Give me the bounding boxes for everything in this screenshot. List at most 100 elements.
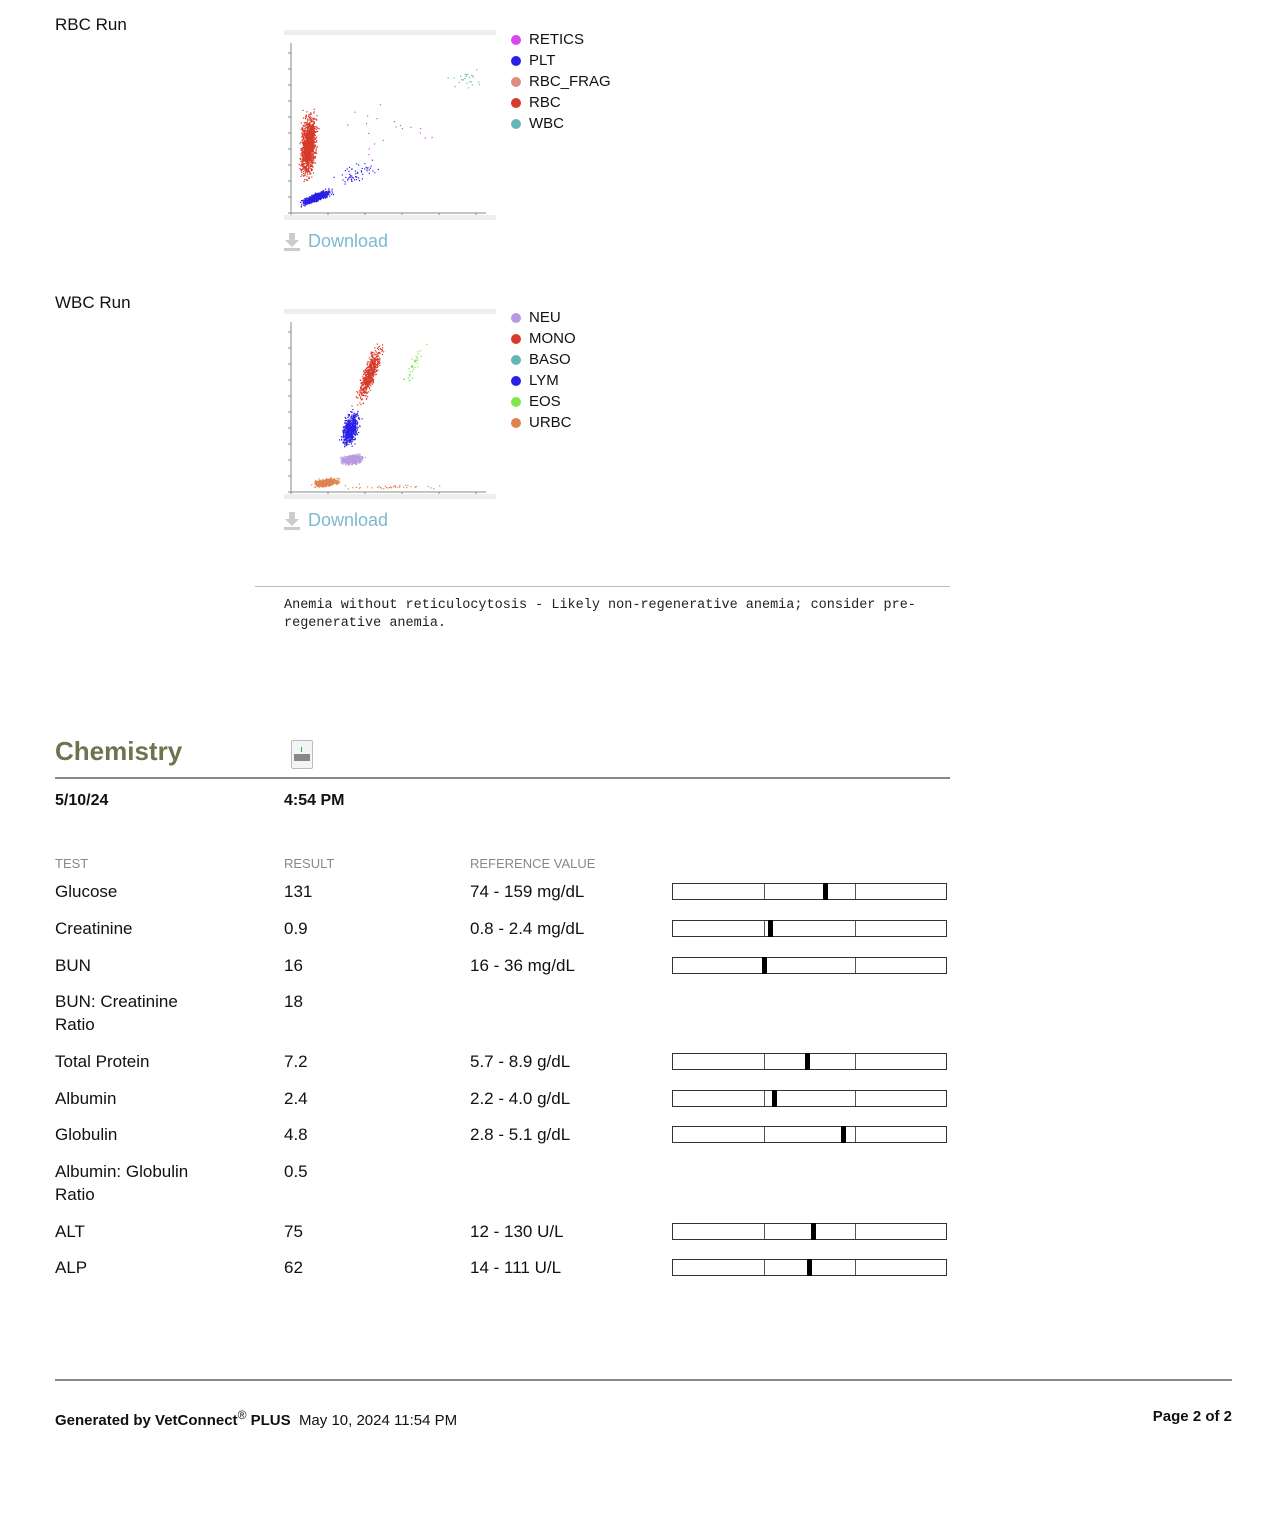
legend-item: RETICS [511, 29, 611, 50]
reference-range-bar [672, 957, 947, 974]
rbc-legend: RETICS PLT RBC_FRAG RBC WBC [511, 29, 611, 134]
reference-range-bar [672, 1090, 947, 1107]
legend-dot-icon [511, 118, 521, 129]
legend-item: NEU [511, 307, 576, 328]
legend-dot-icon [511, 354, 521, 365]
wbc-download-link[interactable]: Download [284, 510, 388, 531]
test-reference: 74 - 159 mg/dL [470, 882, 585, 901]
result-marker [772, 1090, 777, 1107]
generated-timestamp: May 10, 2024 11:54 PM [298, 1412, 458, 1429]
legend-dot-icon [511, 55, 521, 66]
test-reference: 2.2 - 4.0 g/dL [470, 1089, 571, 1108]
header-result: RESULT [284, 856, 335, 871]
test-reference: 5.7 - 8.9 g/dL [470, 1052, 571, 1071]
test-result: 18 [284, 992, 303, 1011]
test-name: Globulin [55, 1125, 118, 1144]
download-label: Download [308, 510, 389, 530]
legend-item: URBC [511, 412, 576, 433]
reference-range-bar [672, 1053, 947, 1070]
reference-range-bar [672, 1223, 947, 1240]
rbc-scatter-plot [284, 30, 496, 220]
test-result: 75 [284, 1222, 303, 1241]
legend-dot-icon [511, 396, 521, 407]
test-result: 2.4 [284, 1089, 308, 1108]
retics-cluster [347, 104, 433, 156]
urbc-scatter [344, 483, 441, 490]
rbc-cluster [298, 108, 320, 183]
test-result: 4.8 [284, 1125, 308, 1144]
test-result: 0.9 [284, 919, 308, 938]
header-reference: REFERENCE VALUE [470, 856, 596, 871]
legend-label: LYM [529, 372, 559, 389]
result-marker [841, 1126, 847, 1143]
test-result: 131 [284, 882, 313, 901]
wbc-legend: NEU MONO BASO LYM EOS URBC [511, 307, 576, 433]
wbc-run-label: WBC Run [55, 293, 131, 312]
result-marker [761, 957, 767, 974]
legend-label: URBC [529, 414, 572, 431]
result-marker [804, 1053, 810, 1070]
result-marker [767, 920, 773, 937]
test-name: BUN: Creatinine Ratio [55, 992, 178, 1034]
test-name: Total Protein [55, 1052, 150, 1071]
urbc-cluster [311, 477, 341, 489]
plus-label: PLUS [250, 1412, 291, 1429]
rbc-download-link[interactable]: Download [284, 231, 388, 252]
plt-cluster [300, 188, 334, 208]
neu-cluster [340, 453, 367, 466]
test-result: 16 [284, 956, 303, 975]
download-icon [284, 232, 300, 251]
wbc-scatter-plot [284, 309, 496, 499]
test-name: Glucose [55, 882, 118, 901]
chemistry-title: Chemistry [55, 736, 183, 766]
legend-dot-icon [511, 417, 521, 428]
legend-dot-icon [511, 34, 521, 45]
test-name: Creatinine [55, 919, 133, 938]
legend-item: WBC [511, 113, 611, 134]
chemistry-analyzer-icon[interactable] [291, 740, 313, 769]
legend-item: EOS [511, 391, 576, 412]
result-marker [806, 1259, 812, 1276]
reference-range-bar [672, 1126, 947, 1143]
chemistry-time: 4:54 PM [284, 792, 345, 809]
legend-label: RBC [529, 94, 561, 111]
test-reference: 12 - 130 U/L [470, 1222, 564, 1241]
divider [255, 586, 950, 587]
test-result: 7.2 [284, 1052, 308, 1071]
test-reference: 2.8 - 5.1 g/dL [470, 1125, 571, 1144]
test-result: 62 [284, 1258, 303, 1277]
legend-label: WBC [529, 115, 564, 132]
legend-label: NEU [529, 309, 561, 326]
report-page: RBC Run RETICS PLT RBC_FRAG RBC WBC Download… [0, 0, 1286, 1522]
legend-item: MONO [511, 328, 576, 349]
legend-label: RETICS [529, 31, 585, 48]
mono-cluster [351, 343, 385, 407]
lym-cluster [339, 409, 363, 448]
test-name: BUN [55, 956, 91, 975]
download-label: Download [308, 231, 389, 251]
eos-cluster [403, 344, 428, 382]
legend-item: BASO [511, 349, 576, 370]
legend-item: PLT [511, 50, 611, 71]
legend-label: RBC_FRAG [529, 73, 611, 90]
test-name: Albumin: Globulin Ratio [55, 1162, 189, 1204]
result-marker [823, 883, 829, 900]
test-result: 0.5 [284, 1162, 308, 1181]
legend-item: RBC [511, 92, 611, 113]
legend-dot-icon [511, 97, 521, 108]
test-name: ALP [55, 1258, 88, 1277]
interpretation-comment: Anemia without reticulocytosis - Likely … [284, 598, 916, 631]
test-name: ALT [55, 1222, 85, 1241]
test-reference: 14 - 111 U/L [470, 1258, 562, 1277]
wbc-cluster [447, 69, 481, 89]
plt-scatter [333, 159, 379, 196]
legend-label: BASO [529, 351, 571, 368]
reference-range-bar [672, 883, 947, 900]
footer-generated: Generated by VetConnect® PLUS May 10, 20… [55, 1408, 457, 1429]
test-reference: 0.8 - 2.4 mg/dL [470, 919, 585, 938]
generated-by: Generated by VetConnect [55, 1412, 238, 1429]
reference-range-bar [672, 920, 947, 937]
legend-dot-icon [511, 76, 521, 87]
result-marker [810, 1223, 816, 1240]
footer-divider [55, 1379, 1232, 1381]
